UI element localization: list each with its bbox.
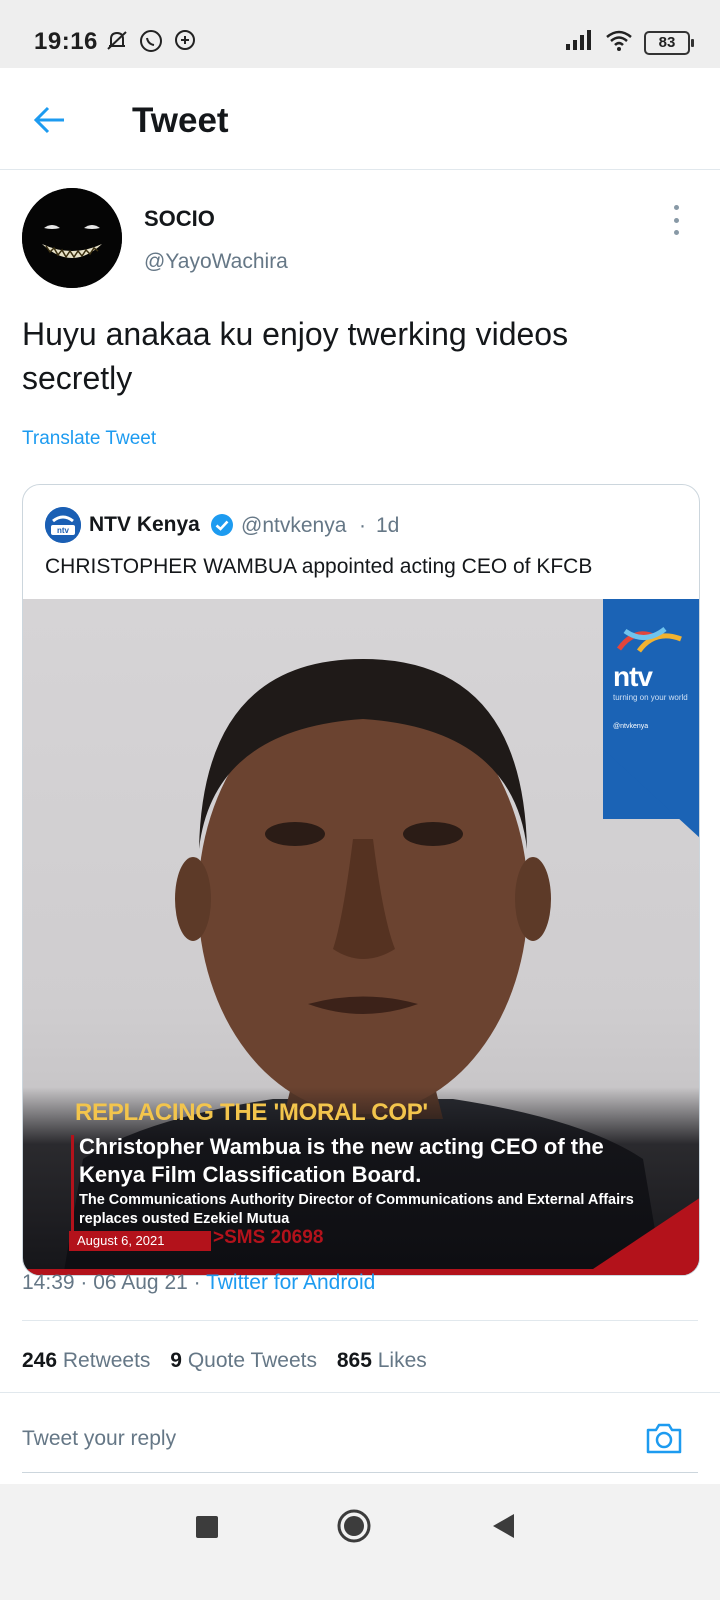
battery-icon: 83 [644,30,694,55]
retweets-label: Retweets [62,1349,151,1372]
more-options-button[interactable] [670,205,682,235]
arrow-left-icon [33,106,64,134]
system-nav-bar [0,1484,720,1600]
retweets-count: 246 [22,1349,58,1372]
author-avatar[interactable] [22,188,122,288]
image-subtext: The Communications Authority Director of… [79,1192,634,1227]
author-name[interactable]: SOCIO [144,206,215,232]
ntv-avatar[interactable]: ntv [45,507,81,543]
ntv-wordmark: ntv [613,661,653,692]
tweet-text: Huyu anakaa ku enjoy twerking videos sec… [22,316,569,396]
back-button[interactable] [30,100,70,140]
quoted-tweet-card[interactable]: ntv NTV Kenya @ntvkenya · 1d CHRISTOPHER… [22,484,700,1276]
likes-count: 865 [336,1349,372,1372]
image-sms: >SMS 20698 [213,1227,324,1248]
verified-badge-icon [210,513,234,537]
quoted-tweet-text: CHRISTOPHER WAMBUA appointed acting CEO … [45,555,593,578]
ntv-brand-corner [603,749,699,839]
triangle-back-icon [493,1514,514,1538]
notification-icons [104,28,198,54]
quotes-label: Quote Tweets [187,1349,318,1372]
top-app-bar: Tweet [0,68,720,170]
home-button[interactable] [336,1508,372,1544]
quoted-author-handle: @ntvkenya [241,514,347,537]
divider [22,1472,698,1473]
quoted-separator: · [359,514,366,537]
quotes-count: 9 [170,1349,182,1372]
quote-tweets-stat[interactable]: 9 Quote Tweets [170,1349,317,1372]
camera-button[interactable] [644,1418,684,1458]
tweet-stats: 246 Retweets 9 Quote Tweets 865 Likes [22,1349,427,1373]
bell-off-icon [104,28,130,54]
likes-label: Likes [377,1349,427,1372]
chat-plus-icon [172,28,198,54]
ntv-logo-icon [616,626,682,653]
circle-icon [337,1509,371,1543]
recents-button[interactable] [196,1516,218,1538]
reply-input[interactable]: Tweet your reply [22,1427,176,1451]
nav-back-button[interactable] [490,1512,516,1540]
svg-text:ntv: ntv [57,526,70,535]
tweet-timestamp: 14:39 · 06 Aug 21 · [22,1271,207,1294]
divider [22,1320,698,1321]
whatsapp-icon [138,28,164,54]
signal-icon [564,28,594,57]
retweets-stat[interactable]: 246 Retweets [22,1349,150,1372]
ntv-tagline: turning on your world [613,693,688,702]
author-handle[interactable]: @YayoWachira [144,250,288,274]
caption-accent-bar [71,1135,74,1237]
quoted-tweet-image[interactable]: ntv turning on your world @ntvkenya REPL… [23,599,699,1275]
quoted-author-name: NTV Kenya [89,513,200,536]
camera-icon [646,1423,682,1454]
status-bar: 19:16 83 [0,0,720,68]
wifi-icon [604,28,634,57]
likes-stat[interactable]: 865 Likes [337,1349,427,1372]
image-headline: Christopher Wambua is the new acting CEO… [79,1134,604,1187]
divider [0,1392,720,1393]
status-time: 19:16 [34,28,98,55]
ntv-social-handle: @ntvkenya [613,723,649,730]
system-icons: 83 [564,28,694,57]
more-vertical-icon [673,205,679,210]
image-date: August 6, 2021 [69,1231,211,1251]
quoted-time: 1d [376,514,400,537]
tweet-source-link[interactable]: Twitter for Android [206,1271,375,1294]
image-kicker: REPLACING THE 'MORAL COP' [75,1099,428,1126]
page-title: Tweet [132,101,229,140]
translate-tweet-link[interactable]: Translate Tweet [22,428,156,450]
tweet-meta: 14:39 · 06 Aug 21 · Twitter for Android [22,1271,375,1295]
